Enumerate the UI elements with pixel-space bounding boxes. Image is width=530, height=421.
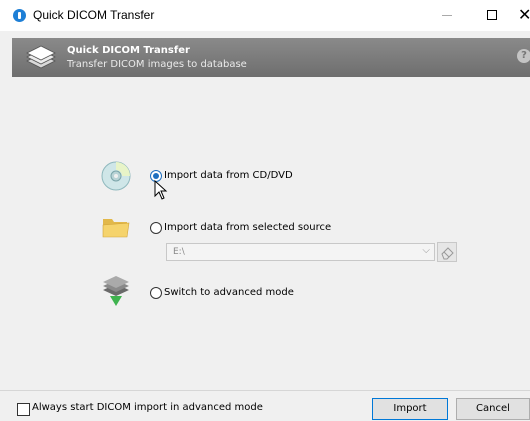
title-bar[interactable]: Quick DICOM Transfer ✕ <box>0 0 530 31</box>
import-button[interactable]: Import <box>372 398 448 420</box>
eraser-icon <box>441 247 454 260</box>
help-icon[interactable]: ? <box>517 49 530 63</box>
footer-divider <box>0 390 530 391</box>
maximize-icon <box>487 10 497 20</box>
advanced-mode-radio[interactable] <box>150 287 162 299</box>
always-advanced-label[interactable]: Always start DICOM import in advanced mo… <box>32 402 263 413</box>
minimize-icon <box>442 15 452 16</box>
selected-source-radio[interactable] <box>150 222 162 234</box>
header-banner: Quick DICOM Transfer Transfer DICOM imag… <box>12 38 530 77</box>
chevron-down-icon: ⌵ <box>422 245 430 256</box>
cd-dvd-label[interactable]: Import data from CD/DVD <box>164 170 293 181</box>
quick-dicom-transfer-window: Quick DICOM Transfer ✕ Quick DICOM Trans… <box>0 0 530 421</box>
advanced-mode-label[interactable]: Switch to advanced mode <box>164 287 294 298</box>
clear-source-button[interactable] <box>437 242 457 262</box>
source-dropdown[interactable]: E:\ ⌵ <box>166 243 435 261</box>
advanced-mode-icon <box>103 276 129 306</box>
banner-subtitle: Transfer DICOM images to database <box>67 59 247 70</box>
cd-dvd-icon <box>101 161 131 191</box>
minimize-button[interactable] <box>424 0 470 31</box>
folder-icon <box>102 219 130 238</box>
source-value: E:\ <box>173 247 185 257</box>
close-icon: ✕ <box>518 5 530 24</box>
banner-title: Quick DICOM Transfer <box>67 45 190 56</box>
selected-source-label[interactable]: Import data from selected source <box>164 222 331 233</box>
close-button[interactable]: ✕ <box>506 0 530 31</box>
app-icon <box>13 9 26 22</box>
always-advanced-checkbox[interactable] <box>17 403 30 416</box>
window-title: Quick DICOM Transfer <box>33 8 155 22</box>
mouse-cursor-icon <box>154 180 168 200</box>
dicom-stack-icon <box>26 45 56 69</box>
cancel-button[interactable]: Cancel <box>456 398 530 420</box>
